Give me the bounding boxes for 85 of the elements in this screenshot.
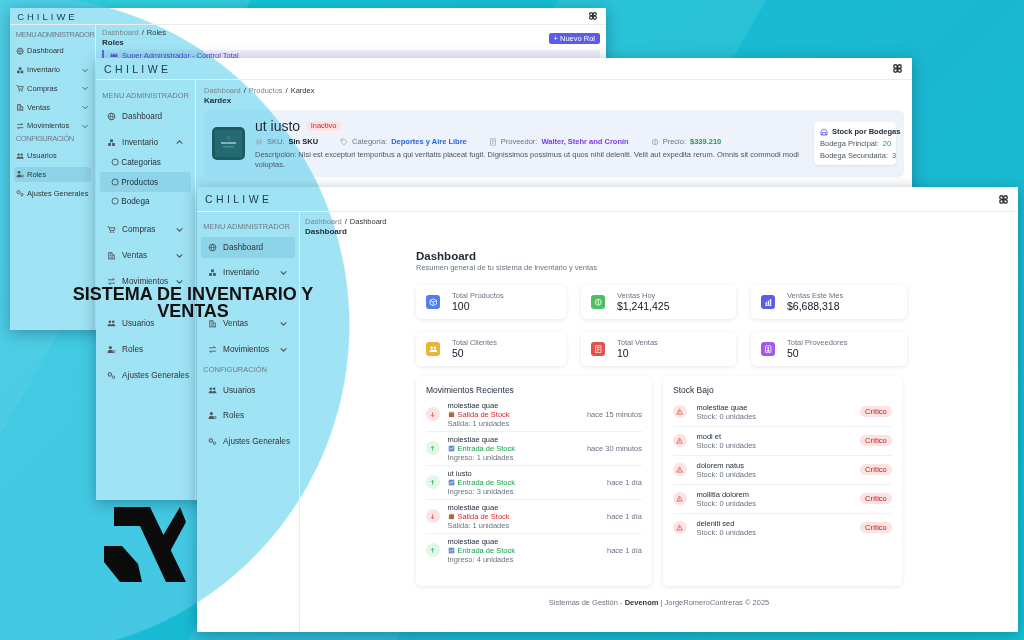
- swap-icon: [207, 344, 217, 354]
- cart-icon: [15, 84, 25, 93]
- sidebar-item[interactable]: Compras: [100, 224, 191, 235]
- sidebar-item[interactable]: Ventas: [201, 319, 295, 329]
- user-icon: [106, 344, 116, 354]
- sidebar-item[interactable]: Usuarios: [201, 385, 295, 395]
- chart-icon: [447, 478, 455, 486]
- globe-icon: [15, 46, 25, 56]
- swap-icon: [106, 277, 116, 287]
- globe-icon: [207, 242, 217, 252]
- document-icon: [488, 137, 497, 146]
- hash-icon: [255, 137, 263, 146]
- stat-value: 100: [452, 300, 470, 313]
- stat-value: 50: [452, 347, 464, 360]
- globe-icon: [106, 111, 116, 121]
- boxes-icon: [207, 268, 217, 278]
- warning-icon: [673, 433, 687, 448]
- sidebar-item[interactable]: Usuarios: [100, 318, 191, 328]
- sidebar-item[interactable]: Roles: [100, 344, 191, 354]
- sidebar-item[interactable]: Dashboard: [201, 236, 295, 258]
- warning-icon: [673, 491, 687, 506]
- sidebar-item[interactable]: Ajustes Generales: [100, 370, 191, 380]
- arrow-down-icon: [426, 407, 440, 421]
- gears-icon: [207, 436, 217, 446]
- stat-value: $1,241,425: [617, 300, 670, 313]
- stat-value: $6,688,318: [787, 300, 840, 313]
- panel-title: Stock Bajo: [673, 384, 714, 396]
- sidebar-item[interactable]: Movimientos: [100, 276, 191, 287]
- stat-value: 50: [787, 347, 799, 360]
- dashboard-heading: Dashboard: [416, 248, 477, 264]
- arrow-down-icon: [426, 509, 440, 523]
- sidebar-item[interactable]: Dashboard: [100, 111, 191, 121]
- warehouse-icon: [820, 127, 828, 136]
- sidebar-subitem[interactable]: Categorias: [100, 152, 191, 173]
- building-icon: [207, 319, 217, 329]
- page-title: Roles: [102, 37, 125, 48]
- circle-icon: [111, 197, 120, 206]
- user-icon: [15, 170, 25, 179]
- headline: VENTAS: [157, 302, 229, 320]
- chart-icon: [447, 444, 455, 452]
- gears-icon: [106, 370, 116, 380]
- arrow-up-icon: [426, 543, 440, 557]
- warning-icon: [673, 520, 687, 535]
- warning-icon: [673, 462, 687, 477]
- sidebar-item[interactable]: Ajustes Generales: [201, 436, 295, 446]
- building-icon: [106, 251, 116, 261]
- stat-value: 10: [617, 347, 629, 360]
- chart-icon: [447, 546, 455, 554]
- circle-icon: [111, 177, 120, 187]
- coin-icon: [650, 137, 659, 146]
- sidebar-item[interactable]: Movimientos: [201, 344, 295, 355]
- app-logo: CHILIWE: [205, 193, 273, 205]
- warning-icon: [673, 404, 687, 419]
- sidebar-subitem[interactable]: Bodega: [100, 191, 191, 212]
- circle-icon: [111, 158, 120, 167]
- arrow-up-icon: [426, 441, 440, 455]
- swap-icon: [15, 121, 25, 130]
- headline: SISTEMA DE INVENTARIO Y: [72, 286, 314, 303]
- app-logo: CHILIWE: [17, 10, 78, 22]
- sidebar-item[interactable]: Roles: [201, 410, 295, 421]
- tag-icon: [340, 137, 349, 146]
- boxes-icon: [15, 65, 25, 74]
- panel-title: Movimientos Recientes: [426, 384, 514, 396]
- building-icon: [15, 102, 25, 112]
- command-icon[interactable]: [998, 193, 1009, 205]
- users-icon: [207, 385, 217, 395]
- sidebar-item[interactable]: Ventas: [100, 250, 191, 261]
- box-icon: [447, 512, 455, 520]
- page-title: Kardex: [204, 95, 233, 106]
- box-icon: [447, 410, 455, 418]
- boxes-icon: [106, 137, 116, 147]
- sidebar-item[interactable]: Inventario: [201, 268, 295, 278]
- users-icon: [15, 151, 25, 160]
- gears-icon: [15, 188, 25, 198]
- page-title: Dashboard: [305, 226, 348, 237]
- sidebar-item[interactable]: Inventario: [100, 137, 191, 147]
- user-icon: [207, 411, 217, 421]
- users-icon: [106, 318, 116, 328]
- sidebar-subitem[interactable]: Productos: [100, 172, 191, 192]
- command-icon[interactable]: [588, 11, 598, 21]
- arrow-up-icon: [426, 475, 440, 489]
- command-icon[interactable]: [892, 63, 903, 74]
- product-name: ut iusto: [255, 117, 301, 134]
- app-logo: CHILIWE: [104, 62, 172, 75]
- cart-icon: [106, 225, 116, 235]
